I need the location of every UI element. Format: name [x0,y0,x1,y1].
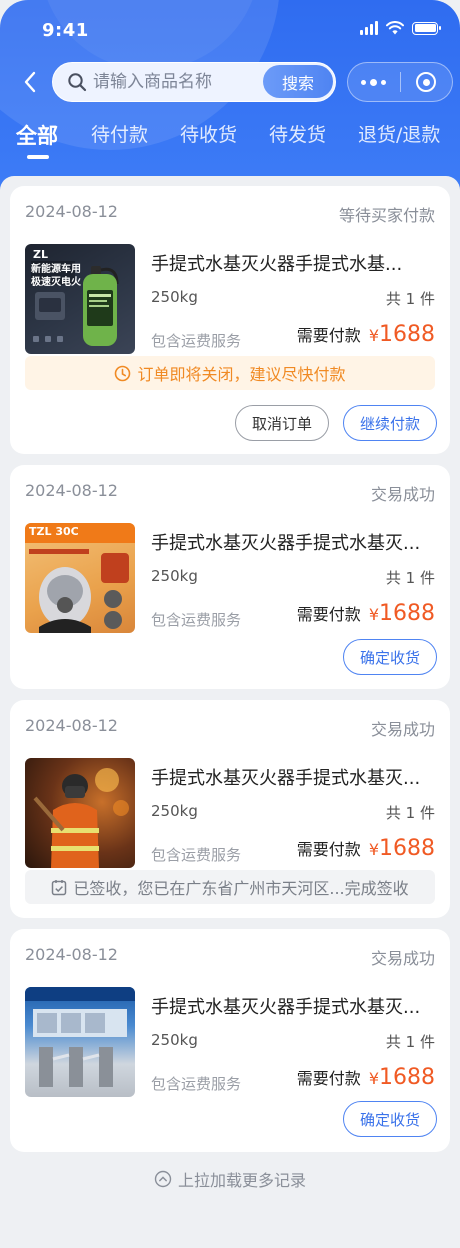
pay-label: 需要付款 [296,605,361,624]
product-title[interactable]: 手提式水基灭火器手提式水基灭... [151,529,435,555]
order-card[interactable]: 2024-08-12 交易成功 TZL 30C 手提式水基灭火器手提式水基灭..… [10,465,450,689]
product-quantity: 共 1 件 [385,290,435,308]
service-label: 包含运费服务 [151,332,242,350]
cancel-order-button[interactable]: 取消订单 [235,405,329,441]
product-spec: 250kg [151,802,198,820]
product-title[interactable]: 手提式水基灭火器手提式水基... [151,250,435,276]
notice-text: 已签收，您已在广东省广州市天河区...完成签收 [73,879,409,898]
order-status: 交易成功 [370,720,435,739]
order-status: 交易成功 [370,485,435,504]
delivery-notice[interactable]: 已签收，您已在广东省广州市天河区...完成签收 [25,870,435,904]
status-bar: 9:41 [0,0,460,60]
service-label: 包含运费服务 [151,1075,242,1093]
payment-amount: 需要付款 ¥ 1688 [297,601,435,626]
back-button[interactable] [14,66,46,98]
pay-label: 需要付款 [296,1069,361,1088]
currency-symbol: ¥ [368,1069,379,1088]
status-icons [360,21,441,35]
search-icon [67,72,87,92]
payment-amount: 需要付款 ¥ 1688 [297,322,435,347]
currency-symbol: ¥ [368,605,379,624]
product-image[interactable] [25,758,135,868]
order-card[interactable]: 2024-08-12 交易成功 手提式水基灭火器手提式水基灭... 250kg … [10,700,450,918]
search-button[interactable]: 搜索 [263,65,333,98]
pay-label: 需要付款 [296,840,361,859]
tab-returns[interactable]: 退货/退款 [358,120,440,147]
back-icon [24,71,36,93]
close-warning-notice: 订单即将关闭，建议尽快付款 [25,356,435,390]
load-more-hint[interactable]: 上拉加载更多记录 [0,1164,460,1194]
price-amount: 1688 [379,836,435,861]
price-amount: 1688 [379,322,435,347]
chevron-up-icon [154,1170,172,1188]
product-quantity: 共 1 件 [385,804,435,822]
price-amount: 1688 [379,601,435,626]
mini-program-capsule [347,62,453,102]
product-spec: 250kg [151,1031,198,1049]
product-image[interactable]: ZL 新能源车用 极速灭电火 [25,244,135,354]
tab-indicator [27,155,49,159]
service-label: 包含运费服务 [151,846,242,864]
order-status: 等待买家付款 [338,206,435,225]
order-date: 2024-08-12 [25,716,118,735]
battery-icon [412,21,441,35]
order-date: 2024-08-12 [25,202,118,221]
more-icon[interactable] [348,78,400,86]
tab-pending-receipt[interactable]: 待收货 [180,120,237,147]
wifi-icon [386,21,404,35]
service-label: 包含运费服务 [151,611,242,629]
product-spec: 250kg [151,567,198,585]
product-image[interactable]: TZL 30C [25,523,135,633]
payment-amount: 需要付款 ¥ 1688 [297,836,435,861]
status-time: 9:41 [42,20,89,41]
pay-label: 需要付款 [296,326,361,345]
order-tabs: 全部 待付款 待收货 待发货 退货/退款 [0,120,460,164]
payment-amount: 需要付款 ¥ 1688 [297,1065,435,1090]
order-card[interactable]: 2024-08-12 等待买家付款 ZL 新能源车用 极速灭电火 手提式水基灭火… [10,186,450,454]
tab-pending-shipment[interactable]: 待发货 [269,120,326,147]
firefighter-illustration [33,768,129,868]
escape-hood-illustration [25,523,135,633]
search-input[interactable] [93,72,253,92]
continue-payment-button[interactable]: 继续付款 [343,405,437,441]
order-status: 交易成功 [370,949,435,968]
load-more-text: 上拉加载更多记录 [177,1171,306,1190]
order-date: 2024-08-12 [25,481,118,500]
product-badge-subtitle: 极速灭电火 [31,277,81,288]
order-date: 2024-08-12 [25,945,118,964]
tab-pending-payment[interactable]: 待付款 [91,120,148,147]
product-badge: TZL 30C [29,525,79,538]
product-image[interactable] [25,987,135,1097]
search-box: 搜索 [52,62,336,102]
currency-symbol: ¥ [368,326,379,345]
product-quantity: 共 1 件 [385,1033,435,1051]
notice-text: 订单即将关闭，建议尽快付款 [137,365,346,384]
currency-symbol: ¥ [368,840,379,859]
confirm-receipt-button[interactable]: 确定收货 [343,1101,437,1137]
signal-icon [360,21,378,35]
target-icon[interactable] [400,72,452,92]
price-amount: 1688 [379,1065,435,1090]
product-spec: 250kg [151,288,198,306]
product-quantity: 共 1 件 [385,569,435,587]
clock-icon [114,365,131,382]
nav-bar: 搜索 [0,62,460,102]
product-title[interactable]: 手提式水基灭火器手提式水基灭... [151,764,435,790]
product-title[interactable]: 手提式水基灭火器手提式水基灭... [151,993,435,1019]
confirm-receipt-button[interactable]: 确定收货 [343,639,437,675]
order-card[interactable]: 2024-08-12 交易成功 手提式水基灭火器手提式水基灭... 250kg … [10,929,450,1152]
checklist-icon [51,879,67,896]
gate-illustration [25,987,135,1087]
phone-screen: 9:41 请输入商品名称 搜索 全部 待付款 待收货 待发货 退货/退款 202… [0,0,460,1248]
tab-all[interactable]: 全部 [16,120,58,150]
